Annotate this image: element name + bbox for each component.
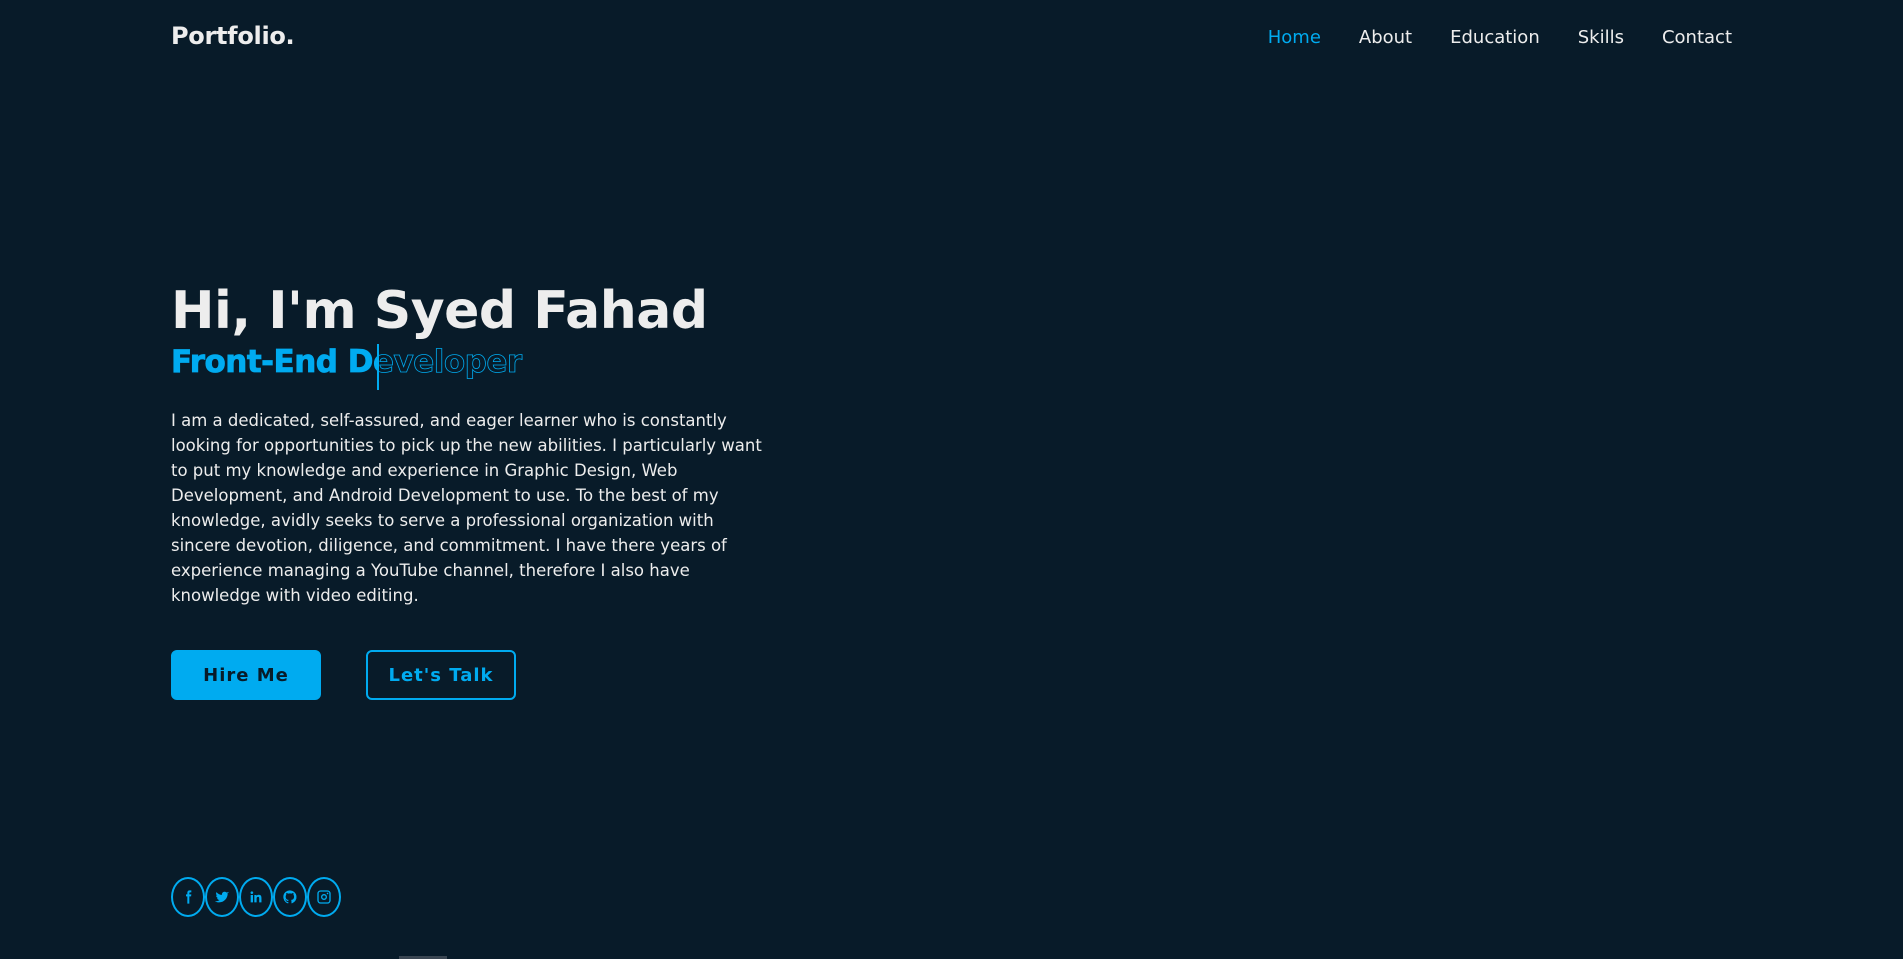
nav-home[interactable]: Home — [1268, 27, 1321, 48]
hero-section: Hi, I'm Syed Fahad Front-End Developer F… — [171, 280, 771, 701]
github-icon[interactable] — [273, 877, 307, 917]
hire-me-button[interactable]: Hire Me — [171, 650, 321, 701]
hero-buttons: Hire Me Let's Talk — [171, 650, 771, 701]
main-nav: Home About Education Skills Contact — [1268, 27, 1732, 48]
site-header: Portfolio. Home About Education Skills C… — [0, 0, 1903, 78]
linkedin-icon[interactable] — [239, 877, 273, 917]
instagram-icon[interactable] — [307, 877, 341, 917]
nav-about[interactable]: About — [1359, 27, 1412, 48]
hero-subtitle: Front-End Developer Front-End Developer — [171, 344, 771, 391]
nav-education[interactable]: Education — [1450, 27, 1540, 48]
subtitle-typed-text: Front-End Developer — [171, 344, 379, 391]
logo[interactable]: Portfolio. — [171, 22, 295, 50]
twitter-icon[interactable] — [205, 877, 239, 917]
facebook-icon[interactable] — [171, 877, 205, 917]
nav-skills[interactable]: Skills — [1578, 27, 1624, 48]
hero-description: I am a dedicated, self-assured, and eage… — [171, 411, 762, 606]
hero-title: Hi, I'm Syed Fahad — [171, 281, 708, 341]
nav-contact[interactable]: Contact — [1662, 27, 1732, 48]
lets-talk-button[interactable]: Let's Talk — [366, 650, 516, 701]
social-links — [171, 877, 341, 917]
